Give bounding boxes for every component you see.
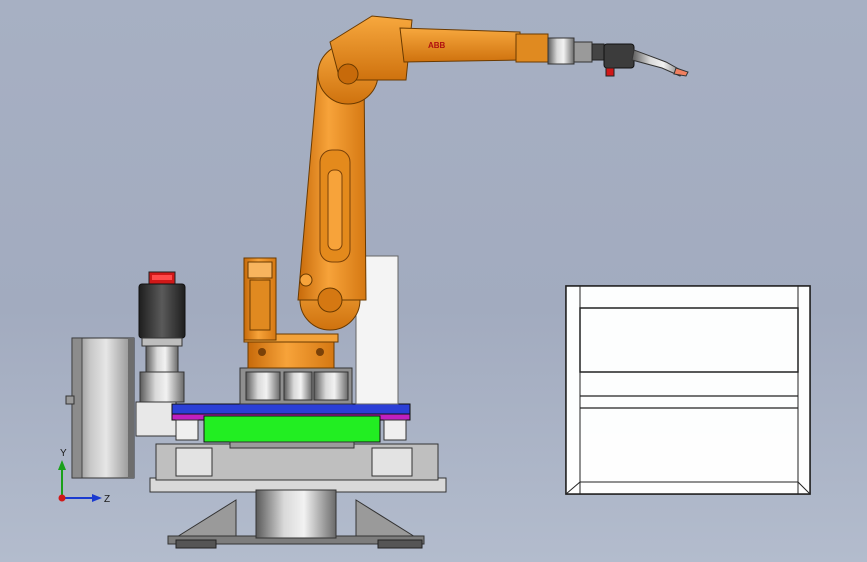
axis-label-y: Y bbox=[60, 448, 67, 459]
rotary-table[interactable] bbox=[171, 403, 411, 449]
cad-viewport[interactable]: ABB Y Z bbox=[0, 0, 867, 562]
base-stand[interactable] bbox=[149, 443, 447, 549]
axis-label-z: Z bbox=[104, 494, 110, 505]
robot-axis-motor[interactable] bbox=[243, 257, 277, 341]
right-frame[interactable] bbox=[565, 285, 811, 495]
robot-lower-arm[interactable] bbox=[297, 69, 367, 331]
robot-shoulder[interactable] bbox=[317, 15, 413, 105]
positioner-drum[interactable] bbox=[65, 337, 135, 479]
welding-torch[interactable] bbox=[603, 43, 689, 77]
robot-wrist[interactable] bbox=[547, 37, 605, 65]
robot-brand-label: ABB bbox=[428, 41, 446, 50]
robot-base[interactable] bbox=[239, 333, 353, 405]
robot-upper-arm[interactable]: ABB bbox=[399, 27, 549, 63]
